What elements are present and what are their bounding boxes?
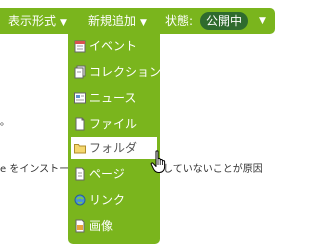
status-caret-down-icon[interactable]: ▼ xyxy=(259,8,266,34)
background-text-fragment: 。 xyxy=(0,117,10,128)
menu-item-label: ファイル xyxy=(89,117,138,131)
menu-item-label: ページ xyxy=(89,167,125,181)
menu-item-collection[interactable]: コレクション xyxy=(71,61,161,83)
menu-item-label: イベント xyxy=(89,39,138,53)
display-format-label: 表示形式 xyxy=(8,14,57,28)
menu-item-link[interactable]: リンク xyxy=(71,189,157,211)
display-format-menu[interactable]: 表示形式 ▼ xyxy=(8,8,67,34)
link-icon xyxy=(74,194,86,206)
folder-icon xyxy=(74,144,86,154)
collection-icon xyxy=(74,65,86,79)
file-icon xyxy=(75,117,85,131)
caret-down-icon: ▼ xyxy=(140,18,147,28)
page-icon xyxy=(75,167,85,181)
new-add-dropdown: イベント コレクション ニュース ファイル フォルダ ページ リンク 画像 xyxy=(68,34,161,244)
menu-item-file[interactable]: ファイル xyxy=(71,113,157,135)
image-icon xyxy=(75,219,85,233)
menu-item-folder[interactable]: フォルダ xyxy=(71,137,157,159)
event-icon xyxy=(74,40,86,53)
menu-item-label: ニュース xyxy=(89,91,137,105)
menu-item-label: コレクション xyxy=(89,65,162,79)
menu-item-news[interactable]: ニュース xyxy=(71,87,157,109)
new-add-label: 新規追加 xyxy=(88,14,137,28)
background-text-right: していないことが原因 xyxy=(163,164,263,175)
menu-item-page[interactable]: ページ xyxy=(71,163,157,185)
hand-cursor-icon xyxy=(150,150,166,173)
status-badge[interactable]: 公開中 xyxy=(200,12,249,30)
status-label: 状態: xyxy=(165,14,194,28)
menu-item-event[interactable]: イベント xyxy=(71,35,157,57)
news-icon xyxy=(74,92,86,104)
new-add-menu[interactable]: 新規追加 ▼ xyxy=(88,8,147,34)
caret-down-icon: ▼ xyxy=(60,18,67,28)
toolbar: 表示形式 ▼ 新規追加 ▼ 状態: 公開中 ▼ xyxy=(0,8,275,34)
menu-item-image[interactable]: 画像 xyxy=(71,215,157,237)
menu-item-label: リンク xyxy=(89,193,126,207)
menu-item-label: 画像 xyxy=(89,219,114,233)
menu-item-label: フォルダ xyxy=(89,141,138,155)
